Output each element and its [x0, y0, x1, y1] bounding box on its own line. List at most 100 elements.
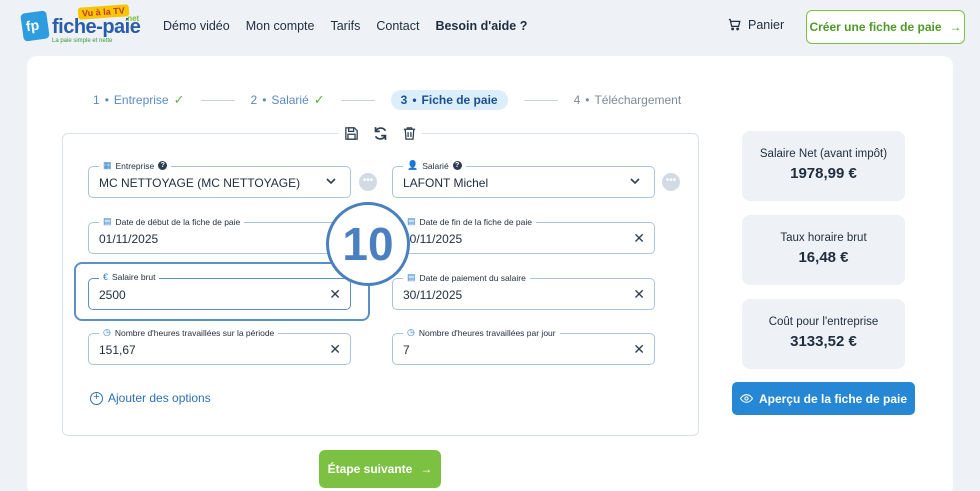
create-payslip-label: Créer une fiche de paie: [809, 20, 942, 34]
salarie-label: Salarié: [422, 160, 449, 171]
step-telechargement[interactable]: 4 • Téléchargement: [574, 93, 682, 107]
field-label: ◷ Nombre d'heures travaillées par jour: [403, 327, 560, 338]
step-number: 3: [400, 93, 408, 107]
heures-periode-label: Nombre d'heures travaillées sur la pério…: [114, 327, 275, 338]
date-fin-field[interactable]: ▤ Date de fin de la fiche de paie 30/11/…: [392, 216, 655, 254]
save-icon[interactable]: [343, 125, 360, 142]
stepper: 1 • Entreprise ✓ 2 • Salarié ✓ 3 • Fiche…: [93, 89, 681, 111]
chevron-down-icon: [326, 178, 336, 185]
date-paiement-label: Date de paiement du salaire: [419, 272, 526, 283]
logo-tagline: La paie simple et nette: [52, 38, 113, 44]
step-number: 1: [93, 93, 100, 107]
calendar-icon: ▤: [103, 216, 112, 226]
cart-label: Panier: [748, 17, 785, 32]
plus-circle-icon: +: [90, 391, 103, 405]
salarie-value: LAFONT Michel: [403, 176, 489, 190]
employer-cost-card: Coût pour l'entreprise 3133,52 €: [742, 299, 905, 369]
add-options-label: Ajouter des options: [108, 391, 211, 405]
header: fp Vu à la TV fiche-paie .net La paie si…: [0, 0, 980, 52]
step-dot: •: [585, 93, 590, 107]
date-fin-value: 30/11/2025: [403, 232, 463, 246]
logo-mark: fp: [20, 10, 50, 42]
info-icon[interactable]: ?: [158, 161, 168, 170]
step-dot: •: [412, 93, 417, 107]
net-salary-card: Salaire Net (avant impôt) 1978,99 €: [742, 131, 905, 201]
step-label: Téléchargement: [594, 93, 682, 107]
clear-icon[interactable]: ✕: [633, 341, 645, 358]
heures-periode-field[interactable]: ◷ Nombre d'heures travaillées sur la pér…: [88, 327, 351, 365]
preview-label: Aperçu de la fiche de paie: [758, 391, 908, 406]
date-debut-field[interactable]: ▤ Date de début de la fiche de paie 01/1…: [88, 216, 351, 254]
arrow-right-icon: →: [420, 462, 433, 476]
step-label: Entreprise: [113, 93, 169, 107]
step-divider: [340, 99, 375, 101]
info-icon[interactable]: ?: [452, 161, 462, 170]
field-label: ▦ Entreprise ?: [99, 160, 172, 171]
logo[interactable]: fp Vu à la TV fiche-paie .net La paie si…: [20, 4, 142, 46]
step-label: Salarié: [271, 93, 309, 107]
nav-contact[interactable]: Contact: [376, 19, 419, 33]
date-fin-label: Date de fin de la fiche de paie: [419, 216, 532, 227]
clock-icon: ◷: [407, 327, 415, 337]
salarie-more-button[interactable]: •••: [662, 173, 680, 191]
nav-demo-video[interactable]: Démo vidéo: [163, 19, 230, 33]
step-divider: [200, 99, 235, 101]
entreprise-select[interactable]: ▦ Entreprise ? MC NETTOYAGE (MC NETTOYAG…: [88, 160, 351, 198]
check-icon: ✓: [173, 92, 185, 107]
nav-mon-compte[interactable]: Mon compte: [246, 19, 315, 33]
heures-jour-field[interactable]: ◷ Nombre d'heures travaillées par jour 7…: [392, 327, 655, 365]
clear-icon[interactable]: ✕: [633, 286, 645, 303]
clock-icon: ◷: [103, 327, 111, 337]
entreprise-more-button[interactable]: •••: [359, 173, 377, 191]
field-label: ◷ Nombre d'heures travaillées sur la pér…: [99, 327, 279, 338]
check-icon: ✓: [313, 92, 325, 107]
date-debut-value: 01/11/2025: [99, 232, 159, 246]
entreprise-value: MC NETTOYAGE (MC NETTOYAGE): [99, 176, 301, 190]
salarie-select[interactable]: 👤 Salarié ? LAFONT Michel: [392, 160, 655, 198]
preview-payslip-button[interactable]: Aperçu de la fiche de paie: [732, 382, 915, 415]
step-dot: •: [262, 93, 267, 107]
create-payslip-button[interactable]: Créer une fiche de paie →: [806, 10, 965, 44]
step-salarie[interactable]: 2 • Salarié ✓: [251, 92, 325, 108]
heures-jour-value: 7: [403, 343, 410, 357]
step-number: 4: [573, 93, 581, 107]
field-label: ▤ Date de fin de la fiche de paie: [403, 216, 536, 227]
next-step-label: Étape suivante: [327, 462, 413, 476]
step-badge: 10: [326, 202, 410, 286]
card-title: Taux horaire brut: [780, 232, 867, 244]
card-value: 3133,52 €: [790, 333, 857, 350]
step-label: Fiche de paie: [421, 93, 498, 107]
step-fiche-de-paie[interactable]: 3 • Fiche de paie: [390, 90, 508, 110]
field-label: ▤ Date de début de la fiche de paie: [99, 216, 245, 227]
nav-tarifs[interactable]: Tarifs: [330, 19, 360, 33]
step-entreprise[interactable]: 1 • Entreprise ✓: [93, 92, 185, 108]
next-step-button[interactable]: Étape suivante →: [319, 450, 441, 488]
card-value: 1978,99 €: [790, 165, 857, 182]
eye-icon: [739, 394, 753, 403]
field-label: 👤 Salarié ?: [403, 160, 466, 171]
heures-jour-label: Nombre d'heures travaillées par jour: [418, 327, 556, 338]
main-nav: Démo vidéo Mon compte Tarifs Contact Bes…: [163, 19, 527, 33]
step-divider: [523, 99, 558, 101]
entreprise-label: Entreprise: [115, 160, 155, 171]
card-title: Salaire Net (avant impôt): [759, 148, 888, 160]
cart-link[interactable]: Panier: [727, 17, 784, 32]
trash-icon[interactable]: [401, 125, 418, 142]
building-icon: ▦: [103, 160, 112, 170]
chevron-down-icon: [630, 178, 640, 185]
heures-periode-value: 151,67: [99, 343, 136, 357]
nav-besoin-aide[interactable]: Besoin d'aide ?: [435, 19, 527, 33]
add-options-link[interactable]: + Ajouter des options: [90, 391, 211, 405]
clear-icon[interactable]: ✕: [329, 341, 341, 358]
highlight-box: [74, 262, 370, 321]
step-number: 2: [250, 93, 258, 107]
clear-icon[interactable]: ✕: [633, 230, 645, 247]
form-toolbar: [338, 121, 422, 145]
card-value: 16,48 €: [798, 249, 849, 266]
date-paiement-field[interactable]: ▤ Date de paiement du salaire 30/11/2025…: [392, 272, 655, 310]
step-dot: •: [104, 93, 109, 107]
card-title: Coût pour l'entreprise: [768, 316, 879, 328]
hourly-rate-card: Taux horaire brut 16,48 €: [742, 215, 905, 285]
refresh-icon[interactable]: [372, 125, 389, 142]
date-debut-label: Date de début de la fiche de paie: [115, 216, 241, 227]
